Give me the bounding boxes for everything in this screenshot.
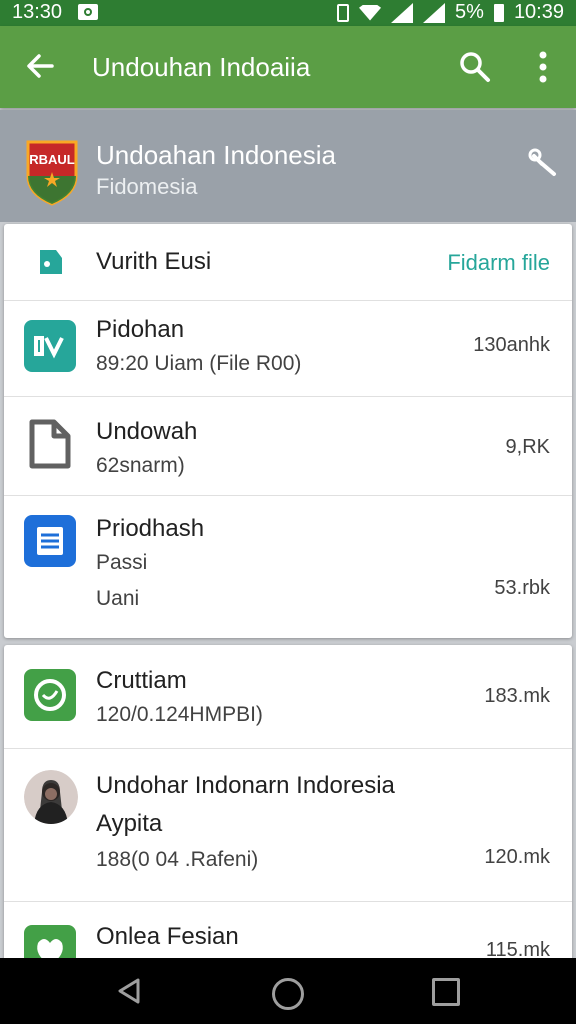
status-icons: 5% 10:39 [337, 1, 564, 24]
system-nav-bar [0, 958, 576, 1024]
file-name: Cruttiam [96, 667, 187, 694]
more-vert-icon[interactable] [530, 48, 556, 86]
file-name: Onlea Fesian [96, 923, 239, 950]
file-name: Priodhash [96, 515, 205, 542]
vibrate-icon [337, 3, 350, 22]
status-time-right: 10:39 [513, 1, 564, 23]
file-details-2: 188(0 04 .Rafeni) [96, 848, 259, 871]
teal-app-icon [24, 320, 76, 372]
list-item[interactable]: Onlea Fesian 115.mk [4, 901, 572, 965]
battery-icon [493, 3, 504, 22]
tag-icon [40, 250, 62, 274]
wrench-icon[interactable] [526, 146, 560, 180]
green-circle-icon [24, 669, 76, 721]
file-details: 120/0.124HMPBI) [96, 703, 263, 726]
nav-recents-icon[interactable] [432, 978, 460, 1006]
search-icon[interactable] [458, 50, 492, 84]
list-item[interactable]: Cruttiam 120/0.124HMPBI) 183.mk [4, 645, 572, 749]
app-bar-title: Undouhan Indoaiia [92, 52, 311, 82]
file-size: 53.rbk [494, 577, 550, 599]
section-header: Vurith Eusi Fidarm file [4, 224, 572, 301]
file-size: 183.mk [484, 685, 550, 707]
file-name: Undowah [96, 418, 198, 445]
avatar-photo [24, 770, 78, 824]
files-card-1: Vurith Eusi Fidarm file Pidohan 89:20 Ui… [4, 224, 572, 638]
file-name: Pidohan [96, 316, 185, 343]
file-icon [29, 419, 71, 469]
header-title: Undoahan Indonesia [96, 140, 336, 170]
file-name: Undohar Indonarn Indoresia [96, 772, 395, 799]
header-subtitle: Fidomesia [96, 174, 198, 199]
battery-percent: 5% [455, 1, 484, 23]
file-size: 130anhk [473, 334, 550, 356]
app-bar: Undouhan Indoaiia [0, 26, 576, 108]
notification-icon [78, 4, 98, 20]
file-details: Passi [96, 551, 148, 574]
wifi-icon [359, 4, 382, 21]
list-item[interactable]: Pidohan 89:20 Uiam (File R00) 130anhk [4, 300, 572, 397]
nav-back-icon[interactable] [114, 976, 144, 1006]
back-arrow-icon[interactable] [22, 48, 58, 84]
file-size: 120.mk [484, 846, 550, 868]
logo-text: RBAUL [29, 152, 75, 167]
app-header: RBAUL Undoahan Indonesia Fidomesia [0, 110, 576, 222]
file-details: 89:20 Uiam (File R00) [96, 352, 302, 375]
files-card-2: Cruttiam 120/0.124HMPBI) 183.mk Undohar … [4, 645, 572, 965]
list-item[interactable]: Undowah 62snarm) 9,RK [4, 396, 572, 496]
find-file-link[interactable]: Fidarm file [447, 250, 550, 276]
file-size: 9,RK [505, 436, 550, 458]
file-details: 62snarm) [96, 454, 185, 477]
doc-blue-icon [24, 515, 76, 567]
file-details-2: Uani [96, 587, 140, 610]
list-item[interactable]: Undohar Indonarn Indoresia Aypita 188(0 … [4, 748, 572, 902]
nav-home-icon[interactable] [272, 978, 304, 1010]
file-details: Aypita [96, 810, 163, 837]
list-item[interactable]: Priodhash Passi Uani 53.rbk [4, 495, 572, 638]
status-bar: 13:30 5% 10:39 [0, 0, 576, 26]
signal-icon-2 [423, 2, 446, 23]
status-time-left: 13:30 [12, 1, 63, 23]
section-label: Vurith Eusi [96, 248, 212, 275]
signal-icon [391, 2, 414, 23]
app-logo: RBAUL [26, 140, 78, 206]
